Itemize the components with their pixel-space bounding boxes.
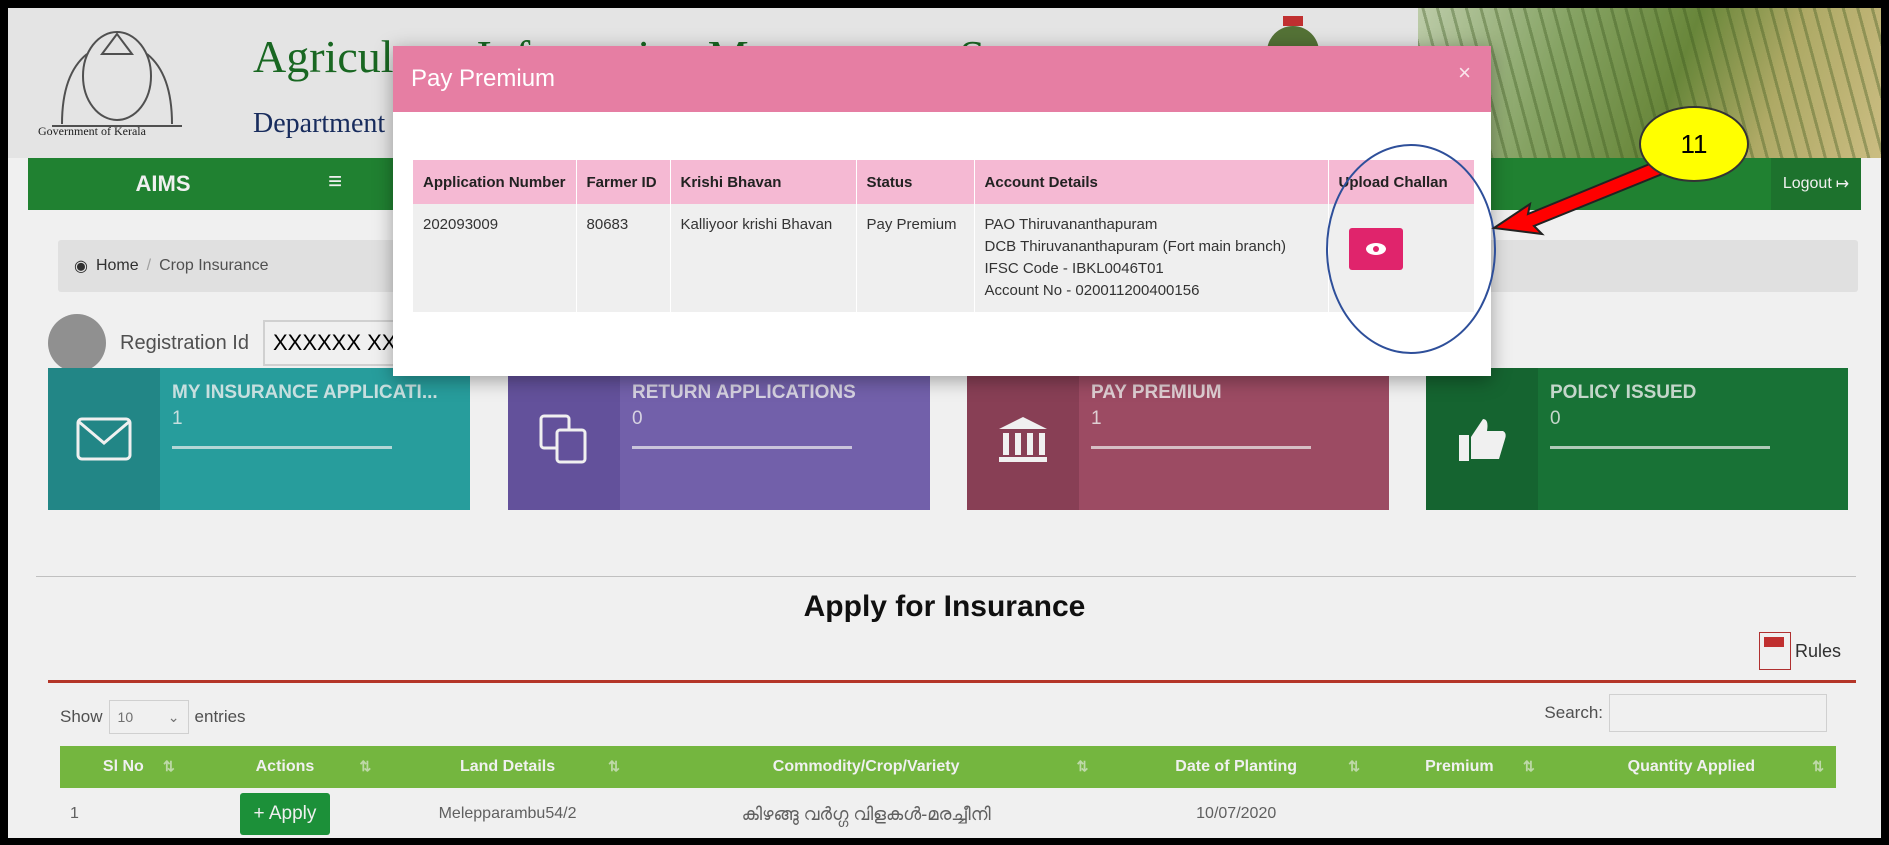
account-line: IFSC Code - IBKL0046T01 [984,260,1164,277]
column-header: Application Number [413,160,577,204]
table-row: 202093009 80683 Kalliyoor krishi Bhavan … [413,204,1475,312]
cell-application-number: 202093009 [413,204,577,312]
column-header: Krishi Bhavan [670,160,857,204]
premium-table: Application Number Farmer ID Krishi Bhav… [413,160,1475,312]
screenshot-frame: Government of Kerala Agriculture Informa… [8,8,1881,838]
cell-account-details: PAO Thiruvananthapuram DCB Thiruvanantha… [974,204,1329,312]
modal-header: Pay Premium × [393,46,1491,112]
cell-status: Pay Premium [856,204,975,312]
column-header: Status [856,160,975,204]
annotation-highlight-ring [1326,144,1496,354]
account-line: DCB Thiruvananthapuram (Fort main branch… [984,238,1287,255]
close-icon[interactable]: × [1458,60,1471,86]
cell-krishi-bhavan: Kalliyoor krishi Bhavan [670,204,857,312]
column-header: Account Details [974,160,1329,204]
modal-title: Pay Premium [411,65,556,92]
pay-premium-modal: Pay Premium × Application Number Farmer … [393,46,1491,376]
cell-farmer-id: 80683 [576,204,671,312]
annotation-step-badge: 11 [1639,106,1749,182]
account-line: PAO Thiruvananthapuram [984,216,1158,233]
table-header-row: Application Number Farmer ID Krishi Bhav… [413,160,1475,204]
column-header: Farmer ID [576,160,671,204]
account-line: Account No - 020011200400156 [984,282,1200,299]
